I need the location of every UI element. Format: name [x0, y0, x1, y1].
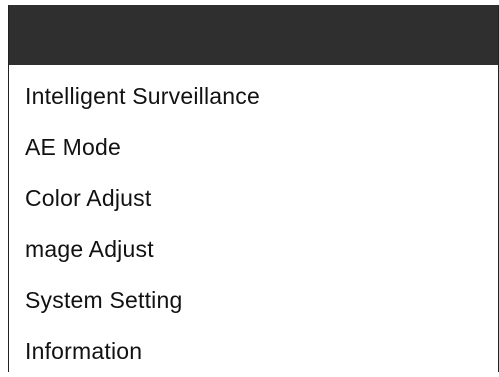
menu-item-image-adjust[interactable]: mage Adjust	[9, 224, 498, 275]
settings-menu-list: Intelligent Surveillance AE Mode Color A…	[9, 71, 498, 377]
settings-menu-panel: Intelligent Surveillance AE Mode Color A…	[8, 5, 499, 372]
menu-item-color-adjust[interactable]: Color Adjust	[9, 173, 498, 224]
menu-item-system-setting[interactable]: System Setting	[9, 275, 498, 326]
menu-item-information[interactable]: Information	[9, 326, 498, 377]
menu-item-ae-mode[interactable]: AE Mode	[9, 122, 498, 173]
menu-item-intelligent-surveillance[interactable]: Intelligent Surveillance	[9, 71, 498, 122]
header-bar	[9, 5, 498, 65]
